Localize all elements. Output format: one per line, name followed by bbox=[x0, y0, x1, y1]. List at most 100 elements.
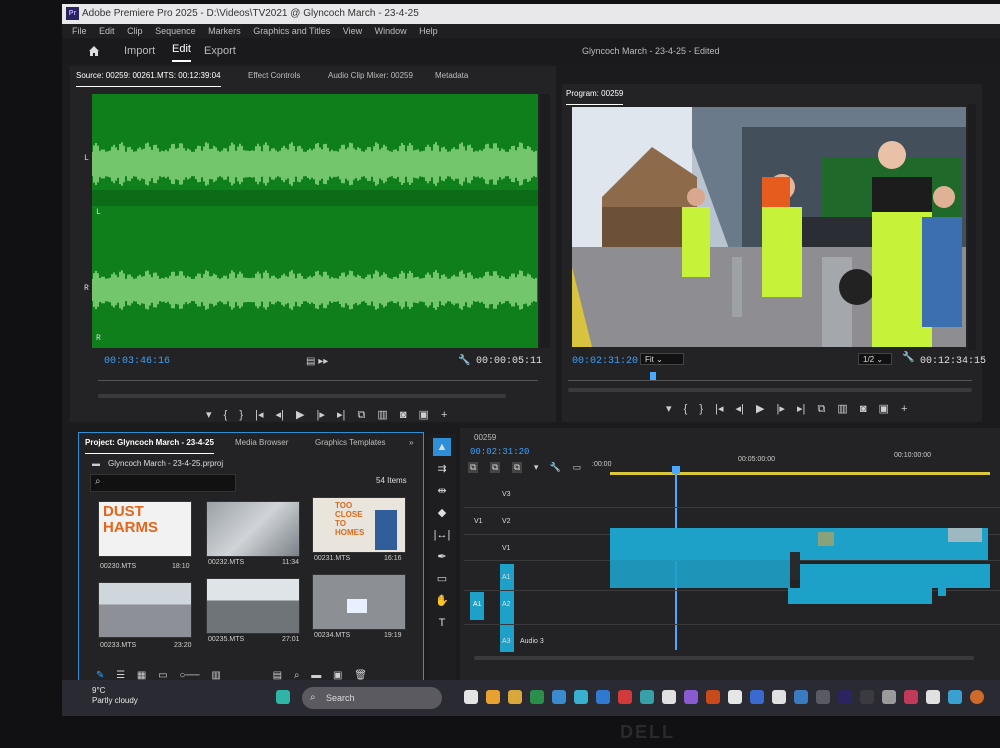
audio-clip-a2[interactable] bbox=[788, 588, 932, 604]
thumbnail-00230[interactable]: DUST HARMS bbox=[98, 501, 192, 557]
mark-in-icon[interactable]: { bbox=[224, 409, 228, 421]
hand-tool-icon[interactable]: ✋ bbox=[433, 592, 451, 610]
tab-audio-clip-mixer[interactable]: Audio Clip Mixer: 00259 bbox=[328, 66, 413, 86]
app-icon-3[interactable] bbox=[618, 690, 632, 704]
app-icon-11[interactable] bbox=[816, 690, 830, 704]
step-back-icon[interactable]: ◂| bbox=[276, 408, 284, 421]
menu-file[interactable]: File bbox=[72, 24, 87, 38]
play-icon[interactable]: ▶ bbox=[296, 408, 304, 421]
track-v1-label[interactable]: V1 bbox=[502, 545, 511, 552]
track-select-icon[interactable]: ⇉ bbox=[433, 460, 451, 478]
menu-window[interactable]: Window bbox=[375, 24, 407, 38]
audio-waveform[interactable] bbox=[92, 94, 538, 348]
source-ruler[interactable] bbox=[98, 380, 538, 381]
copilot-icon[interactable] bbox=[486, 690, 500, 704]
tab-metadata[interactable]: Metadata bbox=[435, 66, 468, 86]
taskbar-search[interactable]: ⌕ Search bbox=[302, 687, 442, 709]
rectangle-tool-icon[interactable]: ▭ bbox=[433, 570, 451, 588]
add-icon[interactable]: + bbox=[441, 409, 447, 421]
app-icon-2[interactable] bbox=[596, 690, 610, 704]
thumbnail-00235[interactable] bbox=[206, 578, 300, 634]
program-add-icon[interactable]: + bbox=[901, 403, 907, 415]
menu-help[interactable]: Help bbox=[419, 24, 438, 38]
thumbnail-00233[interactable] bbox=[98, 582, 192, 638]
program-zoom-bar[interactable] bbox=[568, 388, 972, 392]
program-ruler[interactable] bbox=[568, 380, 972, 381]
workspace-export[interactable]: Export bbox=[204, 38, 236, 64]
source-v1-patch[interactable]: V1 bbox=[474, 518, 483, 525]
file-explorer-icon[interactable] bbox=[508, 690, 522, 704]
task-view-icon[interactable] bbox=[464, 690, 478, 704]
go-to-in-icon[interactable]: |◂ bbox=[255, 408, 263, 421]
app-icon-5[interactable] bbox=[662, 690, 676, 704]
tab-graphics-templates[interactable]: Graphics Templates bbox=[315, 433, 386, 453]
project-search-input[interactable]: ⌕ bbox=[90, 474, 236, 492]
menu-sequence[interactable]: Sequence bbox=[155, 24, 196, 38]
start-icon[interactable] bbox=[276, 690, 290, 704]
tab-program[interactable]: Program: 00259 bbox=[566, 84, 624, 105]
app-icon-13[interactable] bbox=[904, 690, 918, 704]
overwrite-clip-icon[interactable]: ▥ bbox=[377, 408, 387, 421]
source-zoom-bar[interactable] bbox=[98, 394, 506, 398]
button-editor-icon[interactable]: ▣ bbox=[419, 408, 429, 421]
app-icon-9[interactable] bbox=[772, 690, 786, 704]
app-icon-4[interactable] bbox=[640, 690, 654, 704]
track-a2-label[interactable]: A2 bbox=[502, 601, 511, 608]
program-playhead[interactable] bbox=[650, 372, 656, 380]
export-frame-icon[interactable]: ◙ bbox=[400, 409, 407, 421]
timeline-playhead-head[interactable] bbox=[672, 466, 680, 474]
settings-icon[interactable] bbox=[882, 690, 896, 704]
wrench-icon[interactable]: 🔧 bbox=[458, 355, 470, 366]
resolution-dropdown[interactable]: 1/2 ⌄ bbox=[858, 353, 892, 365]
app-icon-7[interactable] bbox=[728, 690, 742, 704]
program-timecode[interactable]: 00:02:31:20 bbox=[572, 356, 638, 367]
tab-sequence[interactable]: 00259 bbox=[474, 428, 496, 448]
work-area-bar[interactable] bbox=[610, 472, 990, 475]
track-a3-label[interactable]: A3 bbox=[502, 638, 511, 645]
mark-out-icon[interactable]: } bbox=[239, 409, 243, 421]
app-icon-6[interactable] bbox=[684, 690, 698, 704]
fit-dropdown[interactable]: Fit ⌄ bbox=[640, 353, 684, 365]
source-timecode[interactable]: 00:03:46:16 bbox=[104, 356, 170, 367]
edge-icon[interactable] bbox=[552, 690, 566, 704]
type-tool-icon[interactable]: T bbox=[433, 614, 451, 632]
weather-widget[interactable]: 9°C Partly cloudy bbox=[92, 686, 138, 706]
premiere-taskbar-icon[interactable] bbox=[838, 690, 852, 704]
track-a1-label[interactable]: A1 bbox=[502, 574, 511, 581]
app-icon-1[interactable] bbox=[574, 690, 588, 704]
tab-effect-controls[interactable]: Effect Controls bbox=[248, 66, 300, 86]
captions-icon[interactable]: ▭ bbox=[573, 462, 582, 473]
program-marker-icon[interactable]: ▾ bbox=[666, 402, 672, 415]
program-mark-out-icon[interactable]: } bbox=[699, 403, 703, 415]
timeline-timecode[interactable]: 00:02:31:20 bbox=[470, 447, 529, 457]
thumbnail-00232[interactable] bbox=[206, 501, 300, 557]
app-icon-12[interactable] bbox=[860, 690, 874, 704]
track-v3-label[interactable]: V3 bbox=[502, 491, 511, 498]
thumbnail-00234[interactable] bbox=[312, 574, 406, 630]
timeline-scroll-bar[interactable] bbox=[474, 656, 974, 660]
linked-icon[interactable]: ⧉ bbox=[511, 462, 523, 473]
workspace-import[interactable]: Import bbox=[124, 38, 155, 64]
chrome-icon[interactable] bbox=[706, 690, 720, 704]
audio-clip-a2-b[interactable] bbox=[938, 574, 946, 596]
app-icon-8[interactable] bbox=[750, 690, 764, 704]
go-to-out-icon[interactable]: ▸| bbox=[337, 408, 345, 421]
program-video-frame[interactable] bbox=[572, 107, 966, 347]
menu-graphics[interactable]: Graphics and Titles bbox=[253, 24, 330, 38]
program-step-back-icon[interactable]: ◂| bbox=[736, 402, 744, 415]
program-step-forward-icon[interactable]: |▸ bbox=[777, 402, 785, 415]
selection-tool-icon[interactable]: ▲ bbox=[433, 438, 451, 456]
track-v2-label[interactable]: V2 bbox=[502, 518, 511, 525]
app-icon-16[interactable] bbox=[970, 690, 984, 704]
marker-icon[interactable]: ▾ bbox=[206, 408, 212, 421]
menu-markers[interactable]: Markers bbox=[208, 24, 241, 38]
menu-edit[interactable]: Edit bbox=[99, 24, 115, 38]
program-go-to-in-icon[interactable]: |◂ bbox=[715, 402, 723, 415]
insert-clip-icon[interactable]: ⧉ bbox=[357, 409, 365, 422]
program-go-to-out-icon[interactable]: ▸| bbox=[797, 402, 805, 415]
pen-tool-icon[interactable]: ✒ bbox=[433, 548, 451, 566]
camera-icon[interactable]: ◙ bbox=[860, 403, 867, 415]
workspace-edit[interactable]: Edit bbox=[172, 38, 191, 62]
menu-view[interactable]: View bbox=[343, 24, 362, 38]
timeline-wrench-icon[interactable]: 🔧 bbox=[550, 462, 561, 473]
